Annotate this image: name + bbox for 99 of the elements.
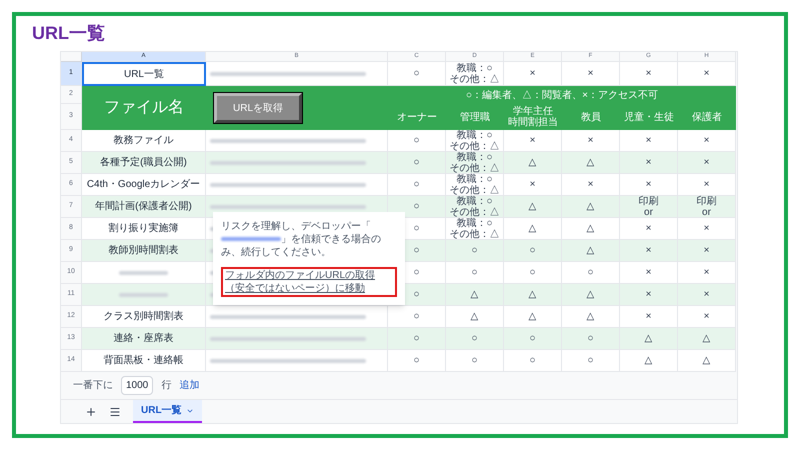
- add-sheet-icon[interactable]: [85, 406, 97, 418]
- table-cell: ×: [678, 152, 736, 174]
- table-cell: ×: [678, 218, 736, 240]
- table-cell: ○: [388, 174, 446, 196]
- table-cell: △: [678, 350, 736, 372]
- table-cell: ×: [620, 262, 678, 284]
- table-cell: ×: [678, 130, 736, 152]
- table-cell: ×: [620, 218, 678, 240]
- table-cell: ×: [620, 130, 678, 152]
- table-cell: ×: [678, 284, 736, 306]
- blurred-text-drawing: [118, 270, 168, 274]
- table-cell: 教職：○ その他：△: [446, 174, 504, 196]
- table-cell: 各種予定(職員公開): [82, 152, 206, 174]
- table-cell: △: [562, 240, 620, 262]
- table-cell: 教職：○ その他：△: [446, 196, 504, 218]
- table-cell: ○: [388, 152, 446, 174]
- table-cell: ○: [388, 328, 446, 350]
- table-cell: ×: [620, 62, 678, 86]
- table-cell: ○: [562, 262, 620, 284]
- row-count-field[interactable]: 1000: [121, 376, 154, 395]
- table-cell: ×: [678, 174, 736, 196]
- add-rows-unit: 行: [161, 379, 172, 393]
- table-cell: 背面黒板・連絡帳: [82, 350, 206, 372]
- table-cell: ×: [620, 174, 678, 196]
- header-text: オーナー: [397, 112, 437, 122]
- table-cell: ○: [388, 130, 446, 152]
- table-cell: ○: [446, 240, 504, 262]
- table-cell: 年間計画(保護者公開): [82, 196, 206, 218]
- table-cell: △: [504, 218, 562, 240]
- table-cell: △: [620, 350, 678, 372]
- table-cell: ○: [562, 328, 620, 350]
- table-cell: 教務ファイル: [82, 130, 206, 152]
- table-cell: △: [562, 284, 620, 306]
- table-cell: ×: [620, 284, 678, 306]
- header-text: 管理職: [460, 112, 490, 122]
- header-text: 時間割担当: [508, 117, 558, 128]
- table-cell: ○: [388, 350, 446, 372]
- table-cell: ×: [678, 306, 736, 328]
- page-title: URL一覧: [31, 22, 106, 45]
- add-rows-button[interactable]: 追加: [179, 378, 200, 393]
- table-cell: △: [678, 328, 736, 350]
- table-cell: △: [504, 306, 562, 328]
- table-cell: △: [562, 152, 620, 174]
- table-cell: △: [446, 306, 504, 328]
- table-cell: △: [562, 218, 620, 240]
- table-cell: 印刷 or: [620, 196, 678, 218]
- table-cell: 教職：○ その他：△: [446, 218, 504, 240]
- warning-message: リスクを理解し、デベロッパー「 」を信頼できる場合のみ、続行してください。: [221, 220, 382, 259]
- table-cell: △: [504, 152, 562, 174]
- table-cell: ○: [562, 350, 620, 372]
- table-cell: ○: [388, 62, 446, 86]
- table-cell: ○: [504, 240, 562, 262]
- table-cell: 教師別時間割表: [82, 240, 206, 262]
- unsafe-page-link[interactable]: フォルダ内のファイルURLの取得（安全ではないページ）に移動: [221, 267, 397, 297]
- table-cell: URL一覧: [82, 62, 206, 86]
- table-cell: 印刷 or: [678, 196, 736, 218]
- table-cell: ○: [504, 262, 562, 284]
- table-cell: ○: [446, 328, 504, 350]
- table-cell: ×: [562, 62, 620, 86]
- table-cell: ○: [446, 262, 504, 284]
- table-cell: ×: [620, 306, 678, 328]
- table-cell: ×: [504, 174, 562, 196]
- table-cell: クラス別時間割表: [82, 306, 206, 328]
- table-cell: ×: [678, 240, 736, 262]
- header-text: 学年主任: [513, 106, 553, 117]
- table-cell: 割り振り実施簿: [82, 218, 206, 240]
- table-cell: ×: [620, 152, 678, 174]
- table-cell: ×: [562, 174, 620, 196]
- header-cell: ファイル名: [82, 86, 206, 130]
- table-cell: △: [620, 328, 678, 350]
- header-text: 教員: [581, 112, 601, 122]
- add-rows-label: 一番下に: [73, 378, 113, 393]
- table-cell: ○: [446, 350, 504, 372]
- table-cell: ×: [504, 62, 562, 86]
- menu-icon[interactable]: [109, 406, 121, 418]
- table-cell: 教職：○ その他：△: [446, 62, 504, 86]
- table-cell: ○: [388, 306, 446, 328]
- table-cell: ×: [678, 62, 736, 86]
- header-text: 保護者: [692, 112, 722, 122]
- table-cell: ×: [620, 240, 678, 262]
- table-cell: ○: [388, 196, 446, 218]
- table-cell: 教職：○ その他：△: [446, 152, 504, 174]
- table-cell: 教職：○ その他：△: [446, 130, 504, 152]
- table-cell: ×: [562, 130, 620, 152]
- table-cell: △: [446, 284, 504, 306]
- table-cell: ○: [504, 350, 562, 372]
- table-cell: ×: [504, 130, 562, 152]
- table-cell: △: [562, 306, 620, 328]
- table-cell: △: [562, 196, 620, 218]
- table-cell: 連絡・座席表: [82, 328, 206, 350]
- get-url-button[interactable]: URLを取得: [214, 93, 302, 123]
- table-cell: △: [504, 284, 562, 306]
- legend-text: ○：編集者、△：閲覧者、×：アクセス不可: [388, 86, 736, 104]
- table-cell: ○: [504, 328, 562, 350]
- table-cell: △: [504, 196, 562, 218]
- table-cell: ×: [678, 262, 736, 284]
- table-cell: C4th・Googleカレンダー: [82, 174, 206, 196]
- sheet-tab[interactable]: URL一覧: [133, 400, 202, 423]
- header-text: 児童・生徒: [624, 112, 674, 122]
